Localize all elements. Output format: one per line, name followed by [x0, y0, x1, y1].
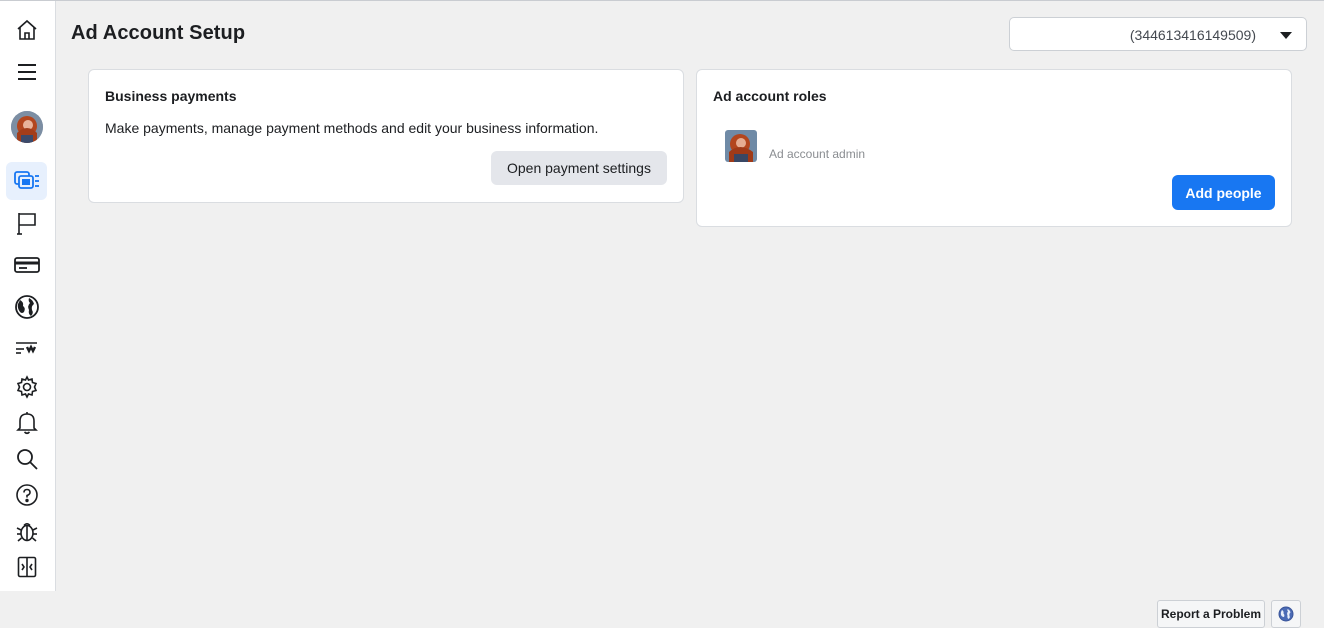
sidebar-item-settings[interactable] [6, 368, 47, 406]
bug-icon [16, 522, 37, 542]
globe-icon [14, 295, 39, 319]
sidebar-item-help[interactable] [6, 476, 47, 514]
language-globe-button[interactable] [1271, 600, 1301, 628]
bell-icon [15, 412, 38, 435]
business-payments-card: Business payments Make payments, manage … [88, 69, 684, 203]
caret-down-icon [1280, 32, 1292, 39]
sidebar-item-ad-accounts[interactable] [6, 162, 47, 200]
search-icon [16, 449, 38, 470]
top-border [0, 0, 1324, 1]
report-a-problem-button[interactable]: Report a Problem [1157, 600, 1265, 628]
flag-icon [16, 213, 36, 235]
credit-card-icon [13, 257, 40, 273]
role-label: Ad account admin [769, 147, 866, 161]
globe-icon [1278, 606, 1294, 622]
menu-icon [17, 64, 36, 80]
ad-account-roles-title: Ad account roles [713, 88, 827, 104]
sidebar-item-notifications[interactable] [6, 404, 47, 442]
sidebar-item-toggle-panel[interactable] [6, 548, 47, 586]
home-icon [16, 19, 37, 40]
ad-account-selector[interactable]: (344613416149509) [1009, 17, 1307, 51]
open-payment-settings-button[interactable]: Open payment settings [491, 151, 667, 185]
sidebar-item-pages[interactable] [6, 204, 47, 242]
ad-accounts-icon [13, 171, 39, 189]
sidebar-item-global[interactable] [6, 288, 47, 326]
collapse-panel-icon [17, 556, 36, 578]
add-people-button[interactable]: Add people [1172, 175, 1275, 210]
role-user-avatar [725, 130, 757, 162]
ad-account-id: (344613416149509) [1129, 27, 1256, 43]
sidebar-item-menu[interactable] [6, 53, 47, 91]
sidebar-item-profile[interactable] [6, 108, 47, 146]
sidebar-item-report-bug[interactable] [6, 512, 47, 550]
sidebar-item-home[interactable] [6, 11, 47, 49]
ad-settings-icon [15, 342, 37, 354]
sidebar-item-search[interactable] [6, 440, 47, 478]
ad-account-roles-card: Ad account roles Ad account admin Add pe… [696, 69, 1292, 227]
sidebar-item-billing[interactable] [6, 246, 47, 284]
sidebar [0, 1, 56, 591]
business-payments-description: Make payments, manage payment methods an… [105, 120, 599, 136]
gear-icon [16, 375, 37, 399]
help-icon [15, 484, 38, 506]
business-payments-title: Business payments [105, 88, 237, 104]
page-title: Ad Account Setup [71, 22, 246, 44]
sidebar-item-ad-settings[interactable] [6, 328, 47, 366]
avatar [10, 111, 43, 143]
